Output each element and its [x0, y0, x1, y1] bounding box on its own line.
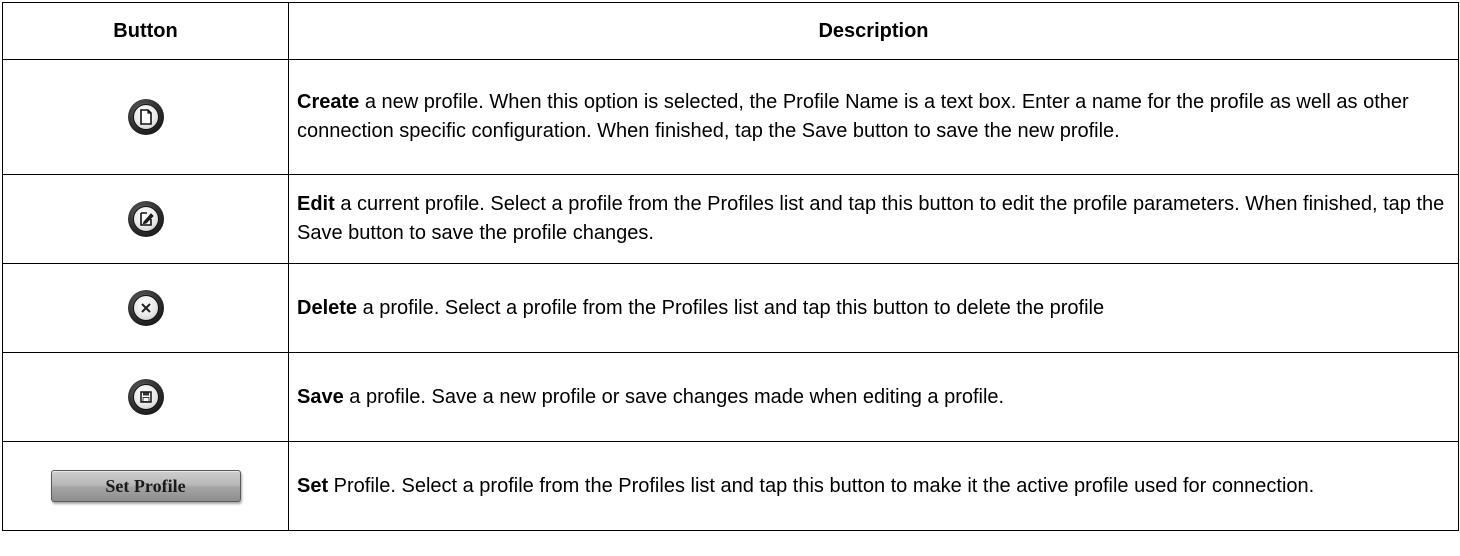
- button-cell: Set Profile: [2, 441, 289, 531]
- description-text: a profile. Select a profile from the Pro…: [357, 296, 1105, 319]
- set-profile-button[interactable]: Set Profile: [50, 470, 241, 502]
- button-cell: [2, 352, 289, 442]
- button-cell: [2, 174, 289, 264]
- header-button: Button: [2, 2, 289, 60]
- description-cell: Save a profile. Save a new profile or sa…: [288, 352, 1459, 442]
- description-keyword: Set: [297, 474, 329, 497]
- button-cell: [2, 263, 289, 353]
- header-description: Description: [288, 2, 1459, 60]
- description-text: a new profile. When this option is selec…: [297, 91, 1409, 142]
- button-cell: [2, 59, 289, 175]
- delete-icon[interactable]: [127, 290, 164, 326]
- save-icon[interactable]: [127, 379, 164, 415]
- table-row: Save a profile. Save a new profile or sa…: [2, 352, 1459, 442]
- table-row: Create a new profile. When this option i…: [2, 59, 1459, 175]
- description-cell: Edit a current profile. Select a profile…: [288, 174, 1459, 264]
- edit-icon[interactable]: [127, 201, 164, 237]
- description-text: a profile. Save a new profile or save ch…: [343, 385, 1005, 408]
- description-keyword: Create: [297, 91, 360, 113]
- table-row: Delete a profile. Select a profile from …: [2, 263, 1459, 353]
- new-document-icon[interactable]: [127, 99, 164, 135]
- description-cell: Delete a profile. Select a profile from …: [288, 263, 1459, 353]
- button-reference-table: Button Description Create a new profile.…: [2, 2, 1459, 531]
- table-header-row: Button Description: [2, 2, 1459, 60]
- description-keyword: Save: [297, 385, 344, 408]
- description-keyword: Delete: [297, 296, 358, 319]
- description-text: Profile. Select a profile from the Profi…: [328, 474, 1315, 497]
- description-text: a current profile. Select a profile from…: [297, 193, 1445, 244]
- description-cell: Set Profile. Select a profile from the P…: [288, 441, 1459, 531]
- table-row: Edit a current profile. Select a profile…: [2, 174, 1459, 264]
- description-cell: Create a new profile. When this option i…: [288, 59, 1459, 175]
- description-keyword: Edit: [297, 193, 335, 215]
- table-row: Set Profile Set Profile. Select a profil…: [2, 441, 1459, 531]
